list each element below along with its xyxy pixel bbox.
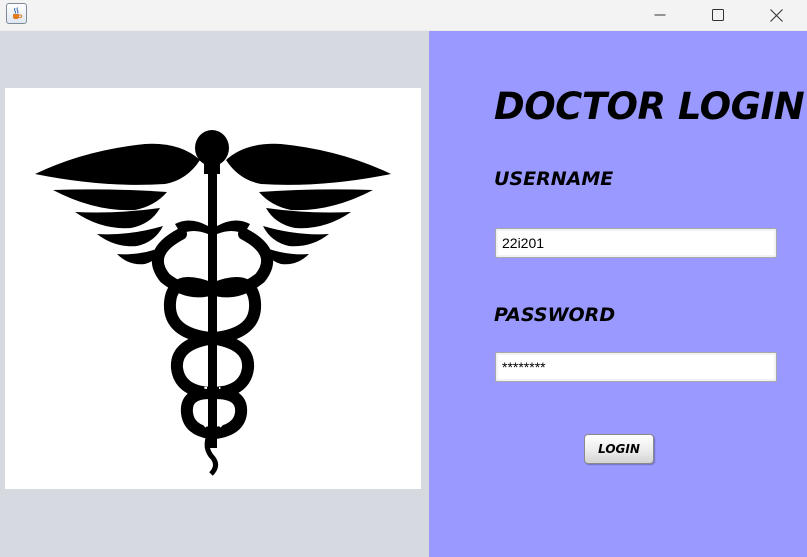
username-label: USERNAME (494, 168, 614, 190)
login-window: DOCTOR LOGIN USERNAME PASSWORD LOGIN (0, 0, 807, 557)
minimize-icon (654, 14, 666, 16)
username-field[interactable] (495, 228, 777, 258)
login-button[interactable]: LOGIN (584, 434, 654, 464)
close-icon (769, 8, 783, 22)
maximize-icon (712, 9, 724, 21)
java-cup-icon[interactable] (6, 3, 27, 24)
logo-panel (0, 31, 429, 557)
maximize-button[interactable] (695, 0, 741, 30)
minimize-button[interactable] (637, 0, 683, 30)
password-label: PASSWORD (494, 304, 616, 326)
page-title: DOCTOR LOGIN (494, 85, 805, 128)
caduceus-icon (35, 130, 391, 476)
login-form-panel: DOCTOR LOGIN USERNAME PASSWORD LOGIN (429, 31, 807, 557)
close-button[interactable] (753, 0, 799, 30)
title-bar[interactable] (0, 0, 807, 31)
password-field[interactable] (495, 352, 777, 382)
logo-image (5, 88, 421, 489)
